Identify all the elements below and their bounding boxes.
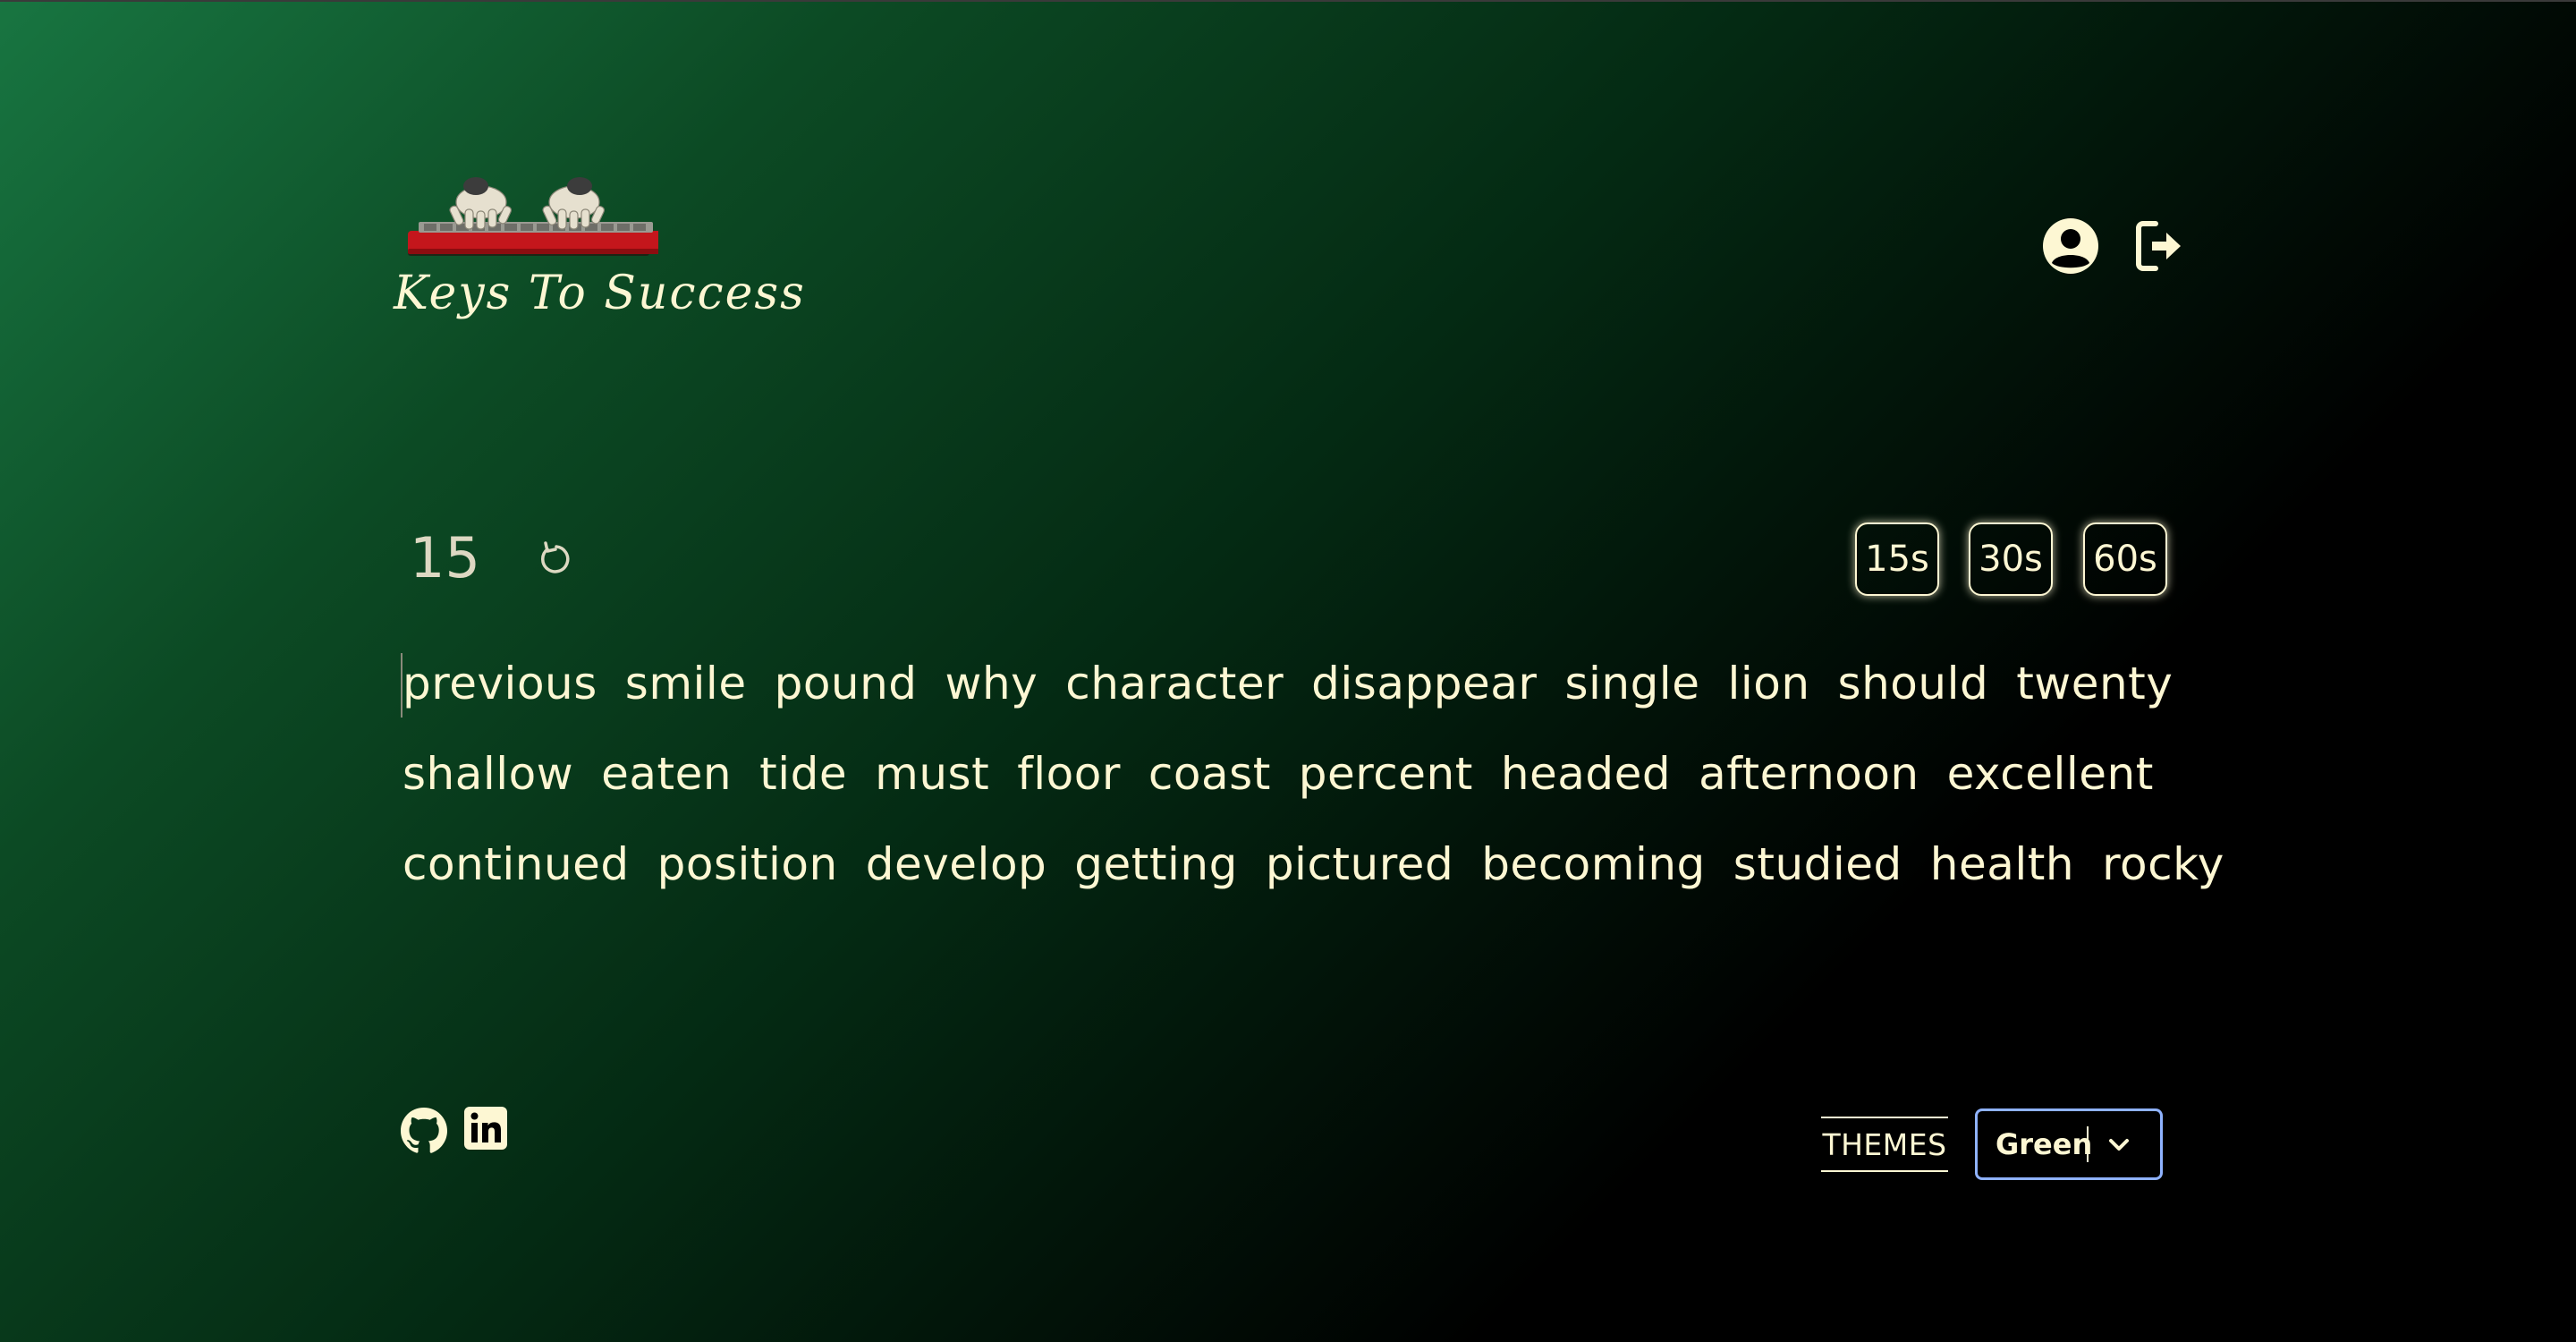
word: becoming — [1481, 838, 1706, 890]
word: floor — [1017, 748, 1121, 800]
word: previous — [402, 658, 597, 709]
word: studied — [1733, 838, 1902, 890]
typing-words-area[interactable]: previous smile pound why character disappear s… — [401, 644, 2224, 915]
word: continued — [402, 838, 630, 890]
word: single — [1564, 658, 1700, 709]
word: position — [657, 838, 838, 890]
word: pound — [774, 658, 918, 709]
timer-countdown: 15 — [410, 525, 480, 590]
word: afternoon — [1699, 748, 1919, 800]
app-logo[interactable]: Keys To Success — [390, 166, 804, 345]
word: rocky — [2102, 838, 2224, 890]
duration-60s-button[interactable]: 60s — [2083, 522, 2167, 596]
logout-button[interactable] — [2132, 217, 2191, 276]
word: disappear — [1311, 658, 1538, 709]
github-link[interactable] — [399, 1106, 449, 1156]
word: shallow — [402, 748, 574, 800]
app-title: Keys To Success — [394, 267, 806, 320]
word: should — [1837, 658, 1989, 709]
restart-icon — [540, 541, 570, 573]
word: eaten — [601, 748, 733, 800]
linkedin-icon — [464, 1107, 507, 1150]
duration-30s-button[interactable]: 30s — [1969, 522, 2053, 596]
word: getting — [1074, 838, 1238, 890]
word: headed — [1500, 748, 1672, 800]
word: twenty — [2016, 658, 2174, 709]
user-circle-icon — [2043, 218, 2098, 274]
top-border-line — [0, 0, 2576, 2]
select-separator — [2087, 1126, 2089, 1162]
word: develop — [865, 838, 1047, 890]
theme-selected-value: Green — [1996, 1127, 2093, 1161]
theme-select[interactable]: Green — [1975, 1108, 2163, 1180]
typing-caret — [401, 653, 402, 718]
chevron-down-icon — [2109, 1139, 2129, 1151]
word: lion — [1727, 658, 1810, 709]
word: percent — [1298, 748, 1473, 800]
word: why — [945, 658, 1038, 709]
word: coast — [1148, 748, 1271, 800]
github-icon — [401, 1108, 447, 1153]
word: character — [1065, 658, 1284, 709]
word: smile — [624, 658, 747, 709]
word: must — [875, 748, 990, 800]
duration-15s-button[interactable]: 15s — [1855, 522, 1939, 596]
word: health — [1929, 838, 2075, 890]
restart-button[interactable] — [537, 540, 572, 576]
keyboard-hands-illustration — [408, 177, 658, 256]
word-line-1: previous smile pound why character disappear s… — [402, 644, 2182, 735]
word: pictured — [1265, 838, 1454, 890]
word-line-2: shallow eaten tide must floor coast percent hea… — [402, 735, 2182, 825]
word-line-3: continued position develop getting pictured b… — [402, 825, 2224, 915]
sign-out-icon — [2136, 221, 2181, 271]
word: tide — [759, 748, 848, 800]
profile-button[interactable] — [2041, 217, 2100, 276]
linkedin-link[interactable] — [463, 1106, 513, 1156]
themes-label: THEMES — [1821, 1117, 1948, 1172]
word: excellent — [1946, 748, 2154, 800]
